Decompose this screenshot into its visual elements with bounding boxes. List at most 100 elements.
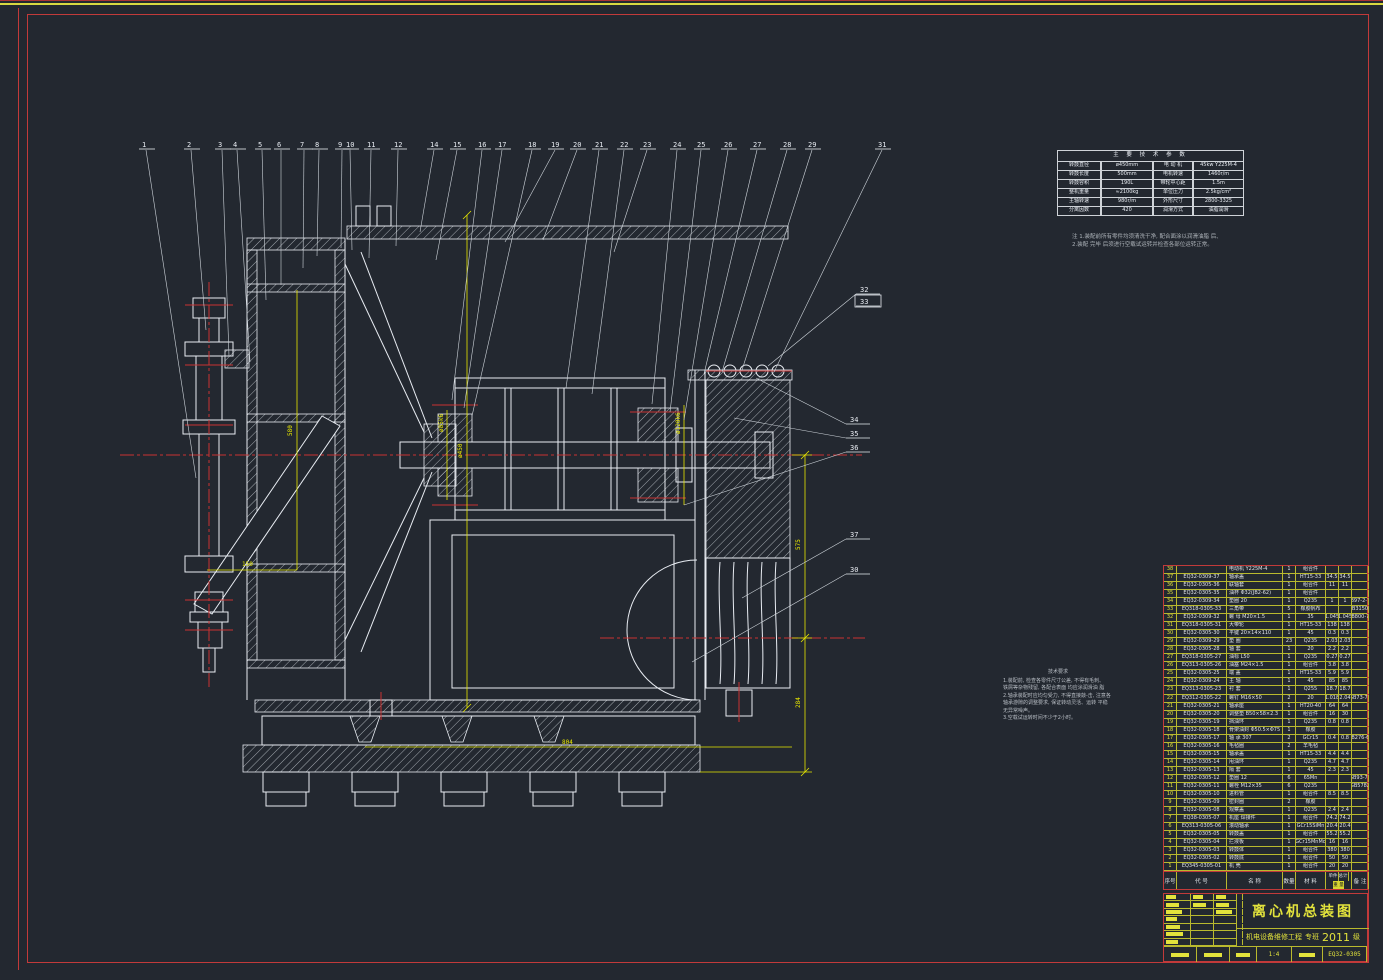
bom-cell: 机 壳 — [1227, 863, 1283, 871]
spec-cell: 转鼓长度 — [1057, 170, 1101, 180]
signature-bar — [1216, 910, 1232, 915]
bom-cell: 机座 焊接件 — [1227, 814, 1283, 822]
bom-cell: 6 — [1164, 823, 1177, 831]
bom-cell: 2.2 — [1326, 646, 1339, 654]
bom-cell: EQ32-0309-34 — [1177, 598, 1227, 606]
bom-row: 33 EQ318-0305-33 三角带 5 橡胶帆布 B3150 — [1164, 606, 1369, 615]
signature-bar — [1166, 910, 1182, 915]
bom-cell: 6 — [1283, 774, 1296, 782]
spec-row: 转鼓长度 500mm 电机转速 1460r/m — [1057, 170, 1244, 180]
bom-cell: 380 — [1326, 847, 1339, 855]
bom-cell: 23 — [1283, 638, 1296, 646]
spec-cell: 整机重量 — [1057, 188, 1101, 198]
bom-cell: EQ32-0305-28 — [1177, 646, 1227, 654]
bom-row: 8 EQ32-0305-08 观察盖 1 Q235 2.4 2.4 — [1164, 806, 1369, 815]
bom-cell — [1352, 847, 1369, 855]
bom-cell — [1352, 654, 1369, 662]
callout-label: 11 — [367, 141, 375, 149]
callout-label: 3 — [218, 141, 222, 149]
spec-cell: 外形尺寸 — [1153, 197, 1193, 207]
bom-cell: 1 — [1283, 750, 1296, 758]
bom-cell: EQ313-0305-23 — [1177, 686, 1227, 694]
bom-cell: 组合件 — [1296, 590, 1326, 598]
bom-cell — [1339, 742, 1352, 750]
bom-cell: 螺 母 M20×1.5 — [1227, 614, 1283, 622]
bom-row: 21 EQ32-0305-21 轴承座 1 HT20-40 64 64 — [1164, 702, 1369, 711]
bom-cell: 2.2 — [1339, 646, 1352, 654]
leader-line — [691, 573, 847, 663]
bom-cell: Q235 — [1296, 782, 1326, 790]
bom-cell: EQ32-0305-35 — [1177, 590, 1227, 598]
bom-cell: Q235 — [1296, 638, 1326, 646]
callout-label: 24 — [673, 141, 681, 149]
callout-label: 30 — [850, 566, 858, 574]
bom-cell — [1352, 742, 1369, 750]
bom-cell: Q235 — [1296, 654, 1326, 662]
callout-label: 20 — [573, 141, 581, 149]
bom-cell: EQ32-0305-36 — [1177, 582, 1227, 590]
callout-label: 12 — [394, 141, 402, 149]
bom-cell: 11 — [1326, 582, 1339, 590]
bom-cell: 20 — [1164, 710, 1177, 718]
bom-cell: 电动机 Y225M-4 — [1227, 566, 1283, 574]
bom-cell: 22 — [1164, 694, 1177, 702]
bom-cell: GB5782 — [1352, 782, 1369, 790]
bom-cell: 油塞 M24×1.5 — [1227, 662, 1283, 670]
spec-cell: 油脂润滑 — [1193, 206, 1244, 216]
bom-cell: 34.5 — [1326, 574, 1339, 582]
bom-cell: 轴承盖 — [1227, 750, 1283, 758]
bom-cell — [1326, 782, 1339, 790]
bom-cell: 0.8 — [1339, 734, 1352, 742]
bom-cell: 31 — [1164, 622, 1177, 630]
bom-cell: 1 — [1283, 831, 1296, 839]
spec-cell: 转鼓直径 — [1057, 161, 1101, 171]
callout-label: 27 — [753, 141, 761, 149]
bom-cell: 24 — [1164, 678, 1177, 686]
bom-row: 37 EQ32-0309-37 轴承盖 1 HT15-33 34.5 34.5 — [1164, 574, 1369, 583]
bom-cell: GCr15 — [1296, 734, 1326, 742]
tech-note-line: 铁屑等杂物残留, 各配合表面 均应涂润滑油 脂 — [1003, 685, 1105, 691]
bom-cell: 4.4 — [1339, 750, 1352, 758]
bom-cell — [1326, 798, 1339, 806]
signature-bar — [1216, 902, 1229, 907]
bom-cell: 1 — [1283, 566, 1296, 574]
bom-row: 23 EQ313-0305-23 衬 套 1 Q255 18.7 18.7 — [1164, 686, 1369, 695]
bom-cell: 13 — [1164, 766, 1177, 774]
bom-cell: 65Mn — [1296, 774, 1326, 782]
bom-cell — [1352, 855, 1369, 863]
bom-cell: 1 — [1283, 686, 1296, 694]
signature-bar — [1166, 917, 1177, 922]
note-line: 注 1.装配前所有零件均须清洗干净, 配合面涂以润滑油脂 后、 — [1072, 234, 1222, 240]
bom-cell: EQ32-0305-02 — [1177, 855, 1227, 863]
callout-label: 1 — [142, 141, 146, 149]
bom-cell: 组合件 — [1296, 790, 1326, 798]
bom-cell: 2.04 — [1339, 694, 1352, 702]
bom-cell — [1352, 662, 1369, 670]
signature-row — [1164, 908, 1243, 917]
bom-cell: 垫圈 20 — [1227, 598, 1283, 606]
bom-cell: 64 — [1339, 702, 1352, 710]
drawing-title: 离心机总装图 — [1237, 894, 1369, 929]
bom-cell: 1 — [1283, 847, 1296, 855]
bom-cell: 组合件 — [1296, 855, 1326, 863]
bom-cell: 4.4 — [1326, 750, 1339, 758]
leader-line — [221, 149, 230, 357]
bom-row: 38 电动机 Y225M-4 1 组合件 — [1164, 566, 1369, 575]
bom-cell: 组合件 — [1296, 662, 1326, 670]
bom-row: 13 EQ32-0305-13 隔 套 1 45 2.3 2.3 — [1164, 766, 1369, 775]
bom-row: 5 EQ32-0305-05 转鼓盖 1 组合件 55.2 55.2 — [1164, 831, 1369, 840]
bom-cell: 轴承盖 — [1227, 574, 1283, 582]
bom-cell: GB800-76 — [1352, 614, 1369, 622]
bom-row: 6 EQ313-0305-06 滚动轴承 1 GCr15SiMn 20.4 20.4 — [1164, 823, 1369, 832]
bom-cell: 橡胶 — [1296, 798, 1326, 806]
callout-label: 16 — [478, 141, 486, 149]
bom-cell: EQ32-0305-25 — [1177, 670, 1227, 678]
tech-note-line: 3.空载试运转时间不少于2小时。 — [1003, 715, 1076, 721]
callout-label: 5 — [258, 141, 262, 149]
bom-cell — [1352, 582, 1369, 590]
bom-cell: 5.9 — [1339, 670, 1352, 678]
spec-cell: 分离因数 — [1057, 206, 1101, 216]
dimension-text: ø120k6 — [675, 412, 682, 434]
bom-cell: Q235 — [1296, 598, 1326, 606]
callout-label: 14 — [430, 141, 438, 149]
